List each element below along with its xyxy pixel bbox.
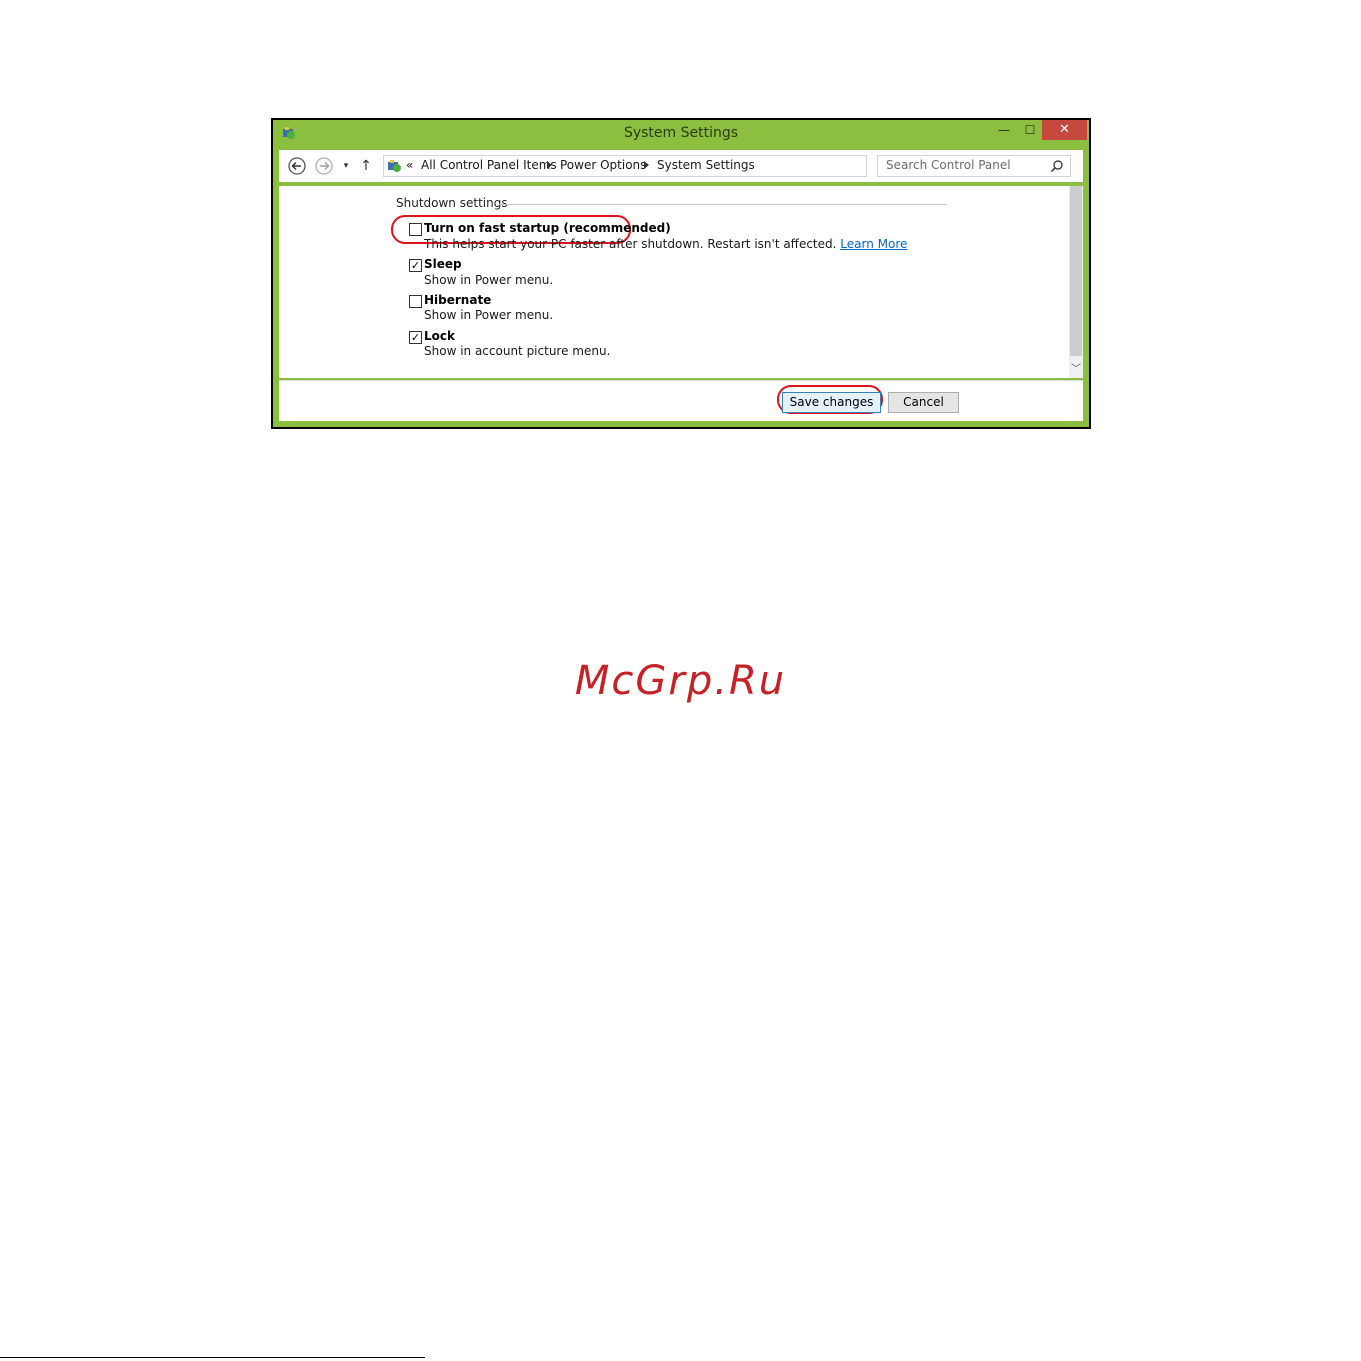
breadcrumb[interactable]: « All Control Panel Items Power Options … [383, 155, 960, 177]
lock-label[interactable]: Lock [424, 329, 455, 343]
sleep-description: Show in Power menu. [424, 273, 554, 287]
title-bar[interactable]: System Settings — ☐ ✕ [273, 120, 1089, 146]
learn-more-link[interactable]: Learn More [840, 237, 907, 251]
watermark: McGrp.Ru [574, 658, 787, 704]
settings-content: Shutdown settings Turn on fast startup (… [279, 186, 1083, 378]
chevron-right-icon[interactable] [644, 161, 649, 169]
vertical-scrollbar[interactable]: ﹀ [1069, 186, 1083, 378]
breadcrumb-system-settings[interactable]: System Settings [657, 158, 755, 172]
minimize-button[interactable]: — [991, 120, 1017, 140]
fast-startup-description: This helps start your PC faster after sh… [424, 237, 907, 251]
fast-startup-label[interactable]: Turn on fast startup (recommended) [424, 221, 671, 235]
save-changes-button[interactable]: Save changes [782, 392, 881, 413]
maximize-button[interactable]: ☐ [1017, 120, 1043, 140]
search-input[interactable]: Search Control Panel [877, 155, 1071, 177]
divider [0, 1357, 425, 1358]
search-icon[interactable] [1050, 159, 1064, 173]
window-title: System Settings [623, 125, 739, 141]
hibernate-label[interactable]: Hibernate [424, 293, 491, 307]
breadcrumb-overflow[interactable]: « [406, 158, 413, 172]
divider [279, 380, 1083, 381]
breadcrumb-power-options[interactable]: Power Options [560, 158, 646, 172]
forward-arrow-icon[interactable] [314, 156, 334, 176]
chevron-right-icon[interactable] [547, 161, 552, 169]
search-placeholder: Search Control Panel [886, 158, 1011, 172]
address-bar: ▾ ↑ « All Control Panel Items Power Opti… [279, 150, 1083, 182]
back-arrow-icon[interactable] [287, 156, 307, 176]
cancel-button[interactable]: Cancel [888, 392, 959, 413]
fast-startup-checkbox[interactable] [409, 223, 422, 236]
scrollbar-thumb[interactable] [1070, 186, 1082, 356]
up-arrow-icon[interactable]: ↑ [359, 157, 373, 177]
sleep-checkbox[interactable]: ✓ [409, 259, 422, 272]
system-settings-window: System Settings — ☐ ✕ ▾ ↑ « All Control … [271, 118, 1091, 429]
sleep-label[interactable]: Sleep [424, 257, 462, 271]
button-bar: Save changes Cancel [279, 380, 1083, 421]
hibernate-description: Show in Power menu. [424, 308, 554, 322]
recent-locations-dropdown-icon[interactable]: ▾ [339, 157, 353, 177]
divider [499, 204, 947, 205]
lock-checkbox[interactable]: ✓ [409, 331, 422, 344]
fast-startup-desc-text: This helps start your PC faster after sh… [424, 237, 837, 251]
shutdown-settings-heading: Shutdown settings [396, 196, 508, 210]
lock-description: Show in account picture menu. [424, 344, 611, 358]
control-panel-icon [388, 160, 401, 172]
hibernate-checkbox[interactable] [409, 295, 422, 308]
breadcrumb-all-control-panel-items[interactable]: All Control Panel Items [421, 158, 557, 172]
scroll-down-icon[interactable]: ﹀ [1069, 360, 1083, 375]
close-button[interactable]: ✕ [1042, 120, 1087, 140]
